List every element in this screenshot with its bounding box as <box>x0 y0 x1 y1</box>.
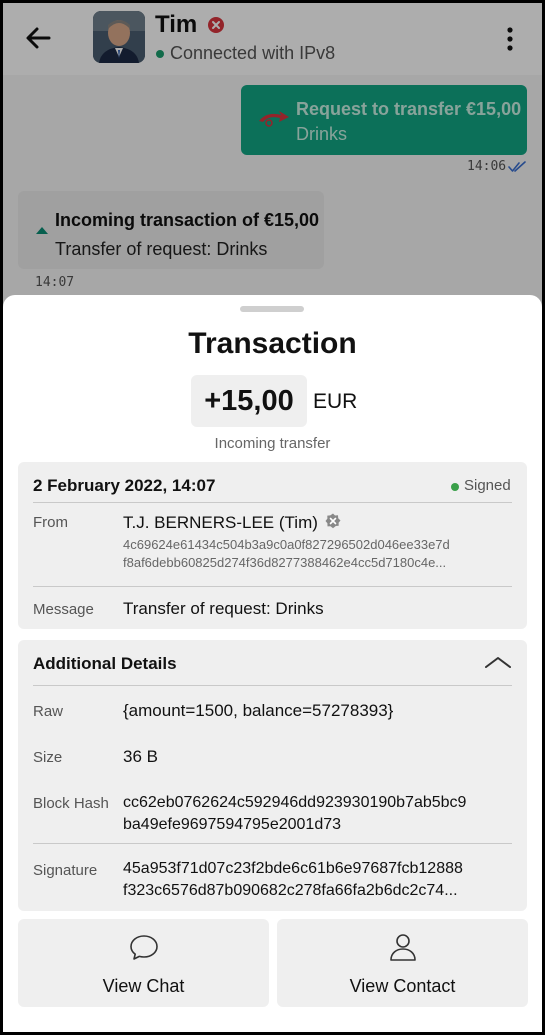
signature-label: Signature <box>33 862 98 879</box>
view-chat-button[interactable]: View Chat <box>18 919 269 1007</box>
transaction-date: 2 February 2022, 14:07 <box>33 476 216 495</box>
view-contact-label: View Contact <box>349 976 456 996</box>
drag-handle[interactable] <box>240 306 304 312</box>
divider <box>33 502 512 503</box>
additional-details-card: Additional Details Raw {amount=1500, bal… <box>18 640 527 911</box>
signature-line1[interactable]: 45a953f71d07c23f2bde6c61b6e97687fcb12888 <box>123 858 518 880</box>
verified-badge-icon <box>325 513 341 529</box>
screen: Tim Connected with IPv8 Request to trans… <box>3 3 542 1032</box>
raw-label: Raw <box>33 703 64 720</box>
person-icon <box>390 934 416 961</box>
message-label: Message <box>33 601 94 618</box>
from-name[interactable]: T.J. BERNERS-LEE (Tim) <box>123 513 318 533</box>
view-contact-button[interactable]: View Contact <box>277 919 528 1007</box>
amount: +15,00 <box>191 375 307 427</box>
size-label: Size <box>33 749 63 766</box>
message-value: Transfer of request: Drinks <box>123 599 324 618</box>
signed-indicator <box>451 483 459 491</box>
currency: EUR <box>313 390 358 413</box>
chat-bubble-icon <box>130 935 158 960</box>
divider <box>33 586 512 587</box>
divider <box>33 843 512 844</box>
additional-details-title[interactable]: Additional Details <box>33 654 177 674</box>
raw-value: {amount=1500, balance=57278393} <box>123 701 394 720</box>
size-value: 36 B <box>123 747 158 766</box>
block-hash-line2[interactable]: ba49efe9697594795e2001d73 <box>123 814 518 836</box>
from-public-key-line1[interactable]: 4c69624e61434c504b3a9c0a0f827296502d046e… <box>123 536 513 554</box>
view-chat-label: View Chat <box>102 976 185 996</box>
from-label: From <box>33 514 68 531</box>
from-public-key-line2[interactable]: f8af6debb60825d274f36d8277388462e4cc5d71… <box>123 554 513 572</box>
transaction-summary-card: 2 February 2022, 14:07 Signed From T.J. … <box>18 462 527 629</box>
divider <box>33 685 512 686</box>
block-hash-line1[interactable]: cc62eb0762624c592946dd923930190b7ab5bc9 <box>123 792 518 814</box>
signed-status: Signed <box>464 477 511 494</box>
transaction-bottom-sheet: Transaction +15,00 EUR Incoming transfer… <box>3 295 542 1032</box>
transaction-type: Incoming transfer <box>214 435 331 452</box>
block-hash-label: Block Hash <box>33 795 109 812</box>
chevron-up-icon[interactable] <box>484 654 512 670</box>
sheet-title: Transaction <box>188 327 357 360</box>
signature-line2[interactable]: f323c6576d87b090682c278fa66fa2b6dc2c74..… <box>123 880 518 902</box>
